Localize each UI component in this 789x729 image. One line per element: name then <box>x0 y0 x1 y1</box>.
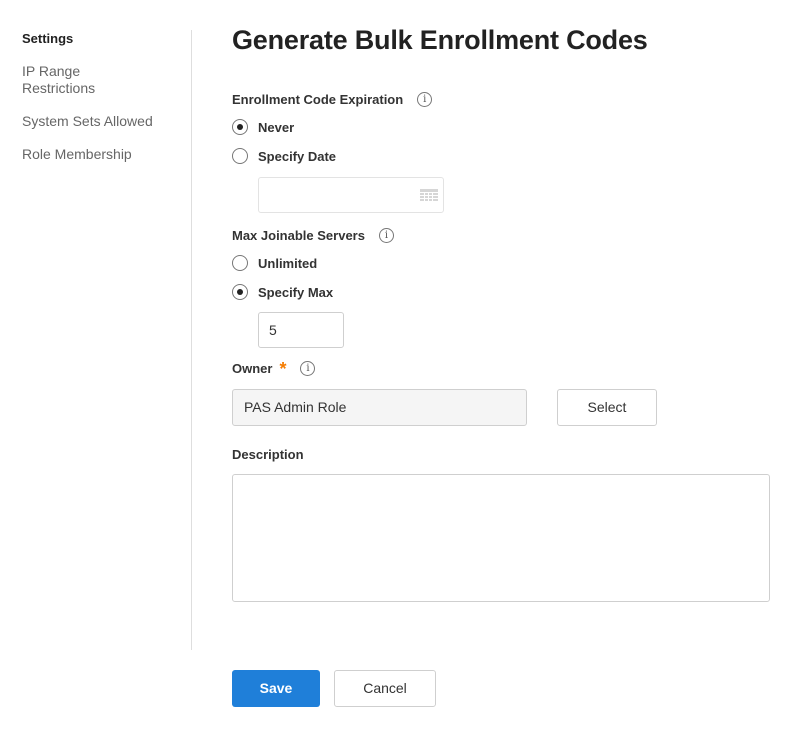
expiration-label-row: Enrollment Code Expiration i <box>232 92 433 107</box>
max-servers-label-row: Max Joinable Servers i <box>232 228 394 243</box>
expiration-label: Enrollment Code Expiration <box>232 92 404 107</box>
info-icon[interactable]: i <box>378 228 394 243</box>
radio-unlimited-label: Unlimited <box>258 255 318 271</box>
radio-specify-max[interactable]: Specify Max <box>232 284 333 300</box>
description-label: Description <box>232 447 304 462</box>
description-textarea[interactable] <box>232 474 770 602</box>
sidebar-item-settings[interactable]: Settings <box>22 30 172 47</box>
max-servers-label: Max Joinable Servers <box>232 228 365 243</box>
calendar-icon[interactable] <box>420 189 438 203</box>
radio-button-checked[interactable] <box>232 119 248 135</box>
date-input[interactable] <box>258 177 444 213</box>
radio-button[interactable] <box>232 148 248 164</box>
radio-never[interactable]: Never <box>232 119 294 135</box>
sidebar-item-system-sets-allowed[interactable]: System Sets Allowed <box>22 113 172 130</box>
sidebar-item-role-membership[interactable]: Role Membership <box>22 146 172 163</box>
sidebar-nav: Settings IP Range Restrictions System Se… <box>22 30 172 179</box>
info-icon[interactable]: i <box>300 361 316 376</box>
owner-field[interactable]: PAS Admin Role <box>232 389 527 426</box>
radio-specify-date[interactable]: Specify Date <box>232 148 336 164</box>
save-button[interactable]: Save <box>232 670 320 707</box>
required-asterisk: * <box>279 358 287 379</box>
radio-unlimited[interactable]: Unlimited <box>232 255 317 271</box>
max-servers-input[interactable]: 5 <box>258 312 344 348</box>
radio-specify-max-label: Specify Max <box>258 284 334 300</box>
cancel-button[interactable]: Cancel <box>334 670 436 707</box>
info-icon[interactable]: i <box>417 92 433 107</box>
owner-label: Owner <box>232 361 273 376</box>
sidebar-item-ip-range-restrictions[interactable]: IP Range Restrictions <box>22 63 117 97</box>
sidebar-divider <box>191 30 192 650</box>
owner-label-row: Owner * i <box>232 358 316 379</box>
radio-never-label: Never <box>258 119 295 135</box>
select-owner-button[interactable]: Select <box>557 389 657 426</box>
radio-button[interactable] <box>232 255 248 271</box>
radio-button-checked[interactable] <box>232 284 248 300</box>
page-title: Generate Bulk Enrollment Codes <box>232 25 648 55</box>
radio-specify-date-label: Specify Date <box>258 148 337 164</box>
